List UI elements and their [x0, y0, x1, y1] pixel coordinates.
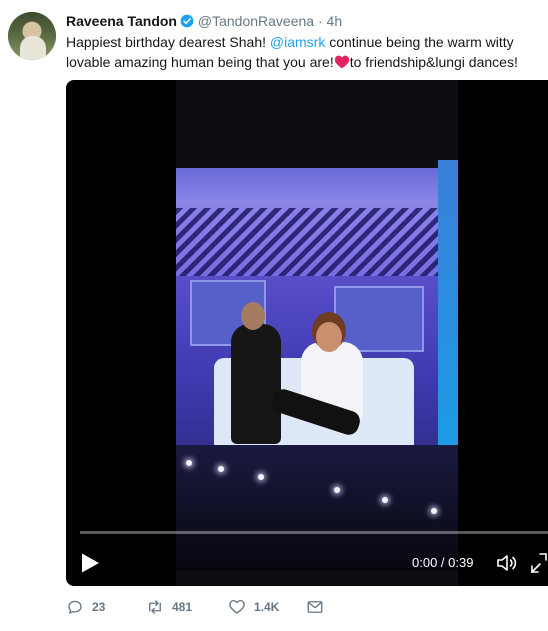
mention-link[interactable]: @iamsrk [270, 34, 325, 50]
video-player[interactable]: 0:00 / 0:39 [66, 80, 548, 586]
stage-light [218, 466, 224, 472]
tweet-text-part-3: to friendship&lungi dances! [349, 54, 518, 70]
seated-man [231, 324, 281, 444]
tweet-actions: 23 481 1.4K [66, 596, 536, 618]
stage-side-screen [438, 160, 458, 490]
verified-badge-icon [180, 14, 194, 28]
video-timecode: 0:00 / 0:39 [412, 555, 474, 570]
like-button[interactable]: 1.4K [228, 596, 279, 618]
retweet-count: 481 [172, 600, 193, 614]
play-icon[interactable] [80, 552, 100, 574]
like-count: 1.4K [254, 600, 280, 614]
direct-message-button[interactable] [306, 596, 324, 618]
heart-icon [229, 599, 245, 614]
tweet: Raveena Tandon @TandonRaveena · 4h Happi… [0, 0, 548, 631]
woman-head [316, 322, 342, 352]
retweet-icon [149, 600, 161, 614]
video-progress-bar[interactable] [80, 531, 548, 534]
reply-button[interactable]: 23 [66, 596, 105, 618]
tweet-text: Happiest birthday dearest Shah! @iamsrk … [66, 32, 536, 72]
fullscreen-icon[interactable] [530, 552, 548, 574]
video-controls: 0:00 / 0:39 [66, 546, 548, 580]
volume-icon[interactable] [495, 551, 519, 575]
stage-light [186, 460, 192, 466]
retweet-button[interactable]: 481 [146, 596, 192, 618]
envelope-icon [307, 601, 323, 613]
man-head [241, 302, 265, 330]
stage-light [258, 474, 264, 480]
author-name[interactable]: Raveena Tandon [66, 13, 177, 29]
reply-count: 23 [92, 600, 106, 614]
author-handle[interactable]: @TandonRaveena [198, 13, 314, 29]
avatar-figure [20, 36, 46, 60]
video-frame [176, 80, 458, 586]
timestamp[interactable]: 4h [327, 13, 343, 29]
stage-light [382, 497, 388, 503]
reply-icon [68, 600, 82, 614]
red-heart-icon [334, 55, 349, 69]
tweet-header: Raveena Tandon @TandonRaveena · 4h [66, 12, 342, 30]
stage-light [334, 487, 340, 493]
backdrop-pattern [176, 208, 458, 276]
avatar[interactable] [8, 12, 56, 60]
stage-light [431, 508, 437, 514]
separator-dot: · [317, 13, 323, 29]
tweet-text-part-1: Happiest birthday dearest Shah! [66, 34, 270, 50]
